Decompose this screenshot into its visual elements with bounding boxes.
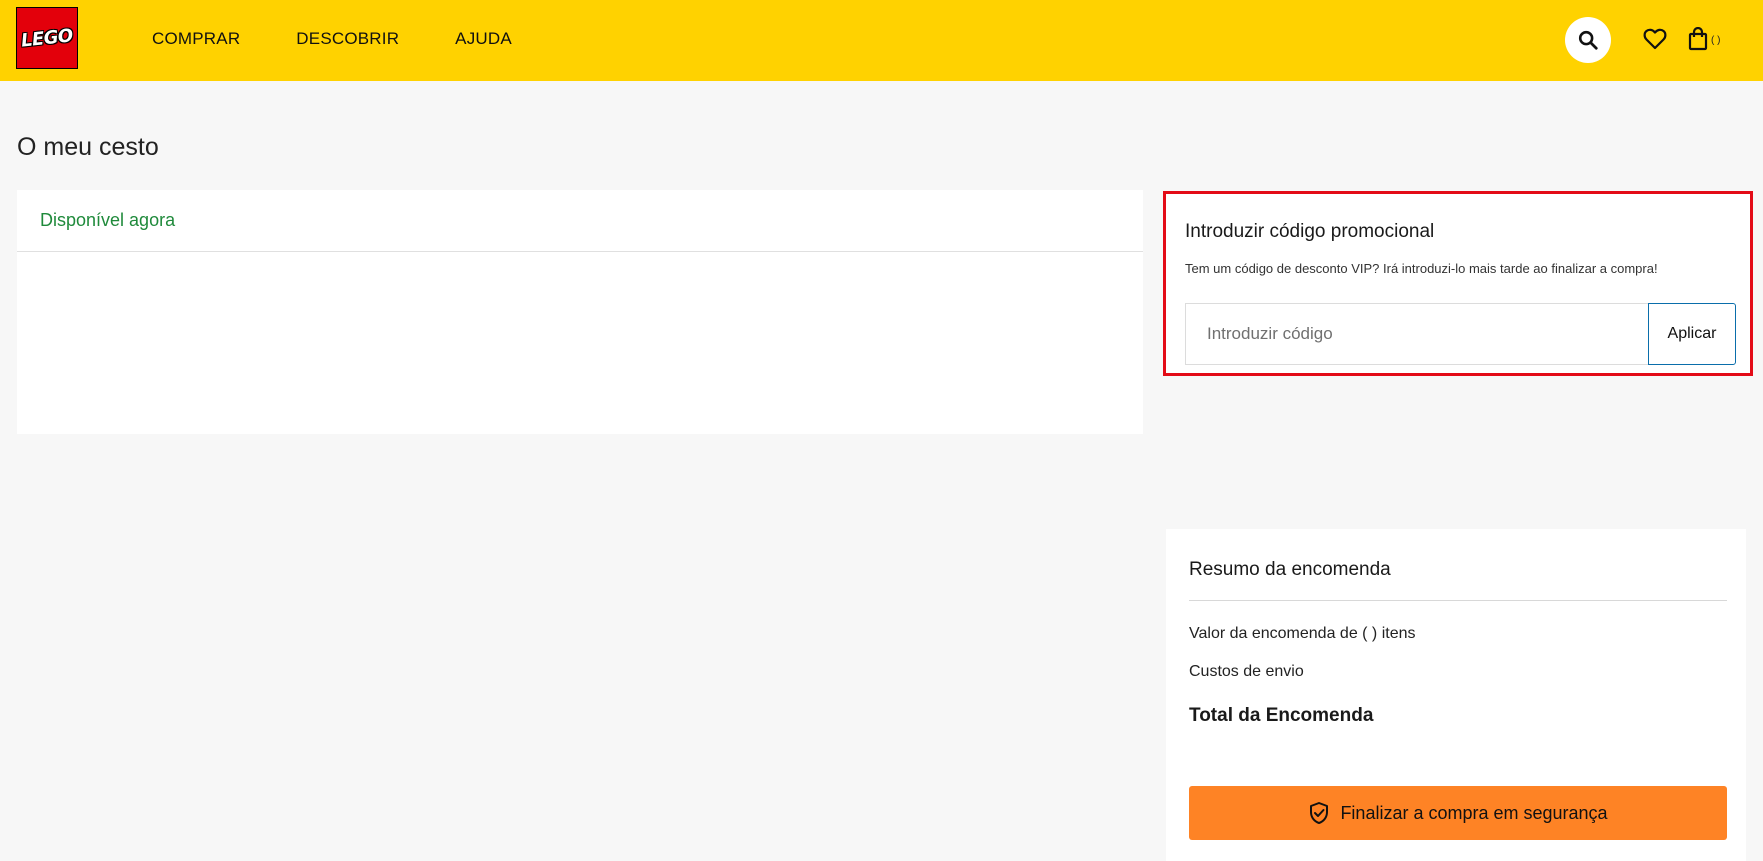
wishlist-button[interactable] — [1642, 26, 1668, 52]
items-header: Disponível agora — [17, 190, 1143, 252]
search-icon — [1578, 30, 1598, 50]
promo-note: Tem um código de desconto VIP? Irá intro… — [1185, 261, 1658, 276]
search-button[interactable] — [1565, 17, 1611, 63]
cart-items-panel: Disponível agora — [17, 190, 1143, 434]
logo-text: LEGO — [20, 24, 74, 52]
shield-check-icon — [1308, 801, 1330, 825]
shipping-label: Custos de envio — [1189, 663, 1304, 680]
secure-checkout-button[interactable]: Finalizar a compra em segurança — [1189, 786, 1727, 840]
summary-title: Resumo da encomenda — [1189, 559, 1391, 580]
nav-item-comprar[interactable]: COMPRAR — [152, 29, 240, 49]
cart-count: ( ) — [1711, 34, 1721, 46]
page-title: O meu cesto — [17, 133, 159, 161]
order-summary: Resumo da encomenda Valor da encomenda d… — [1166, 529, 1746, 861]
heart-icon — [1643, 28, 1667, 50]
lego-logo[interactable]: LEGO — [16, 7, 78, 69]
apply-promo-button[interactable]: Aplicar — [1648, 303, 1736, 365]
main-nav: COMPRAR DESCOBRIR AJUDA — [152, 29, 512, 49]
nav-item-descobrir[interactable]: DESCOBRIR — [296, 29, 399, 49]
order-total-label: Total da Encomenda — [1189, 705, 1374, 726]
checkout-label: Finalizar a compra em segurança — [1340, 802, 1608, 823]
site-header: LEGO COMPRAR DESCOBRIR AJUDA ( ) — [0, 0, 1763, 81]
shopping-bag-icon — [1688, 27, 1708, 51]
nav-item-ajuda[interactable]: AJUDA — [455, 29, 512, 49]
summary-divider — [1189, 600, 1727, 601]
promo-title: Introduzir código promocional — [1185, 221, 1435, 242]
promo-code-section: Introduzir código promocional Tem um cód… — [1163, 191, 1753, 376]
available-now-label: Disponível agora — [40, 210, 176, 230]
cart-button[interactable]: ( ) — [1688, 25, 1720, 53]
order-value-label: Valor da encomenda de ( ) itens — [1189, 625, 1416, 642]
promo-code-input[interactable] — [1185, 303, 1649, 365]
